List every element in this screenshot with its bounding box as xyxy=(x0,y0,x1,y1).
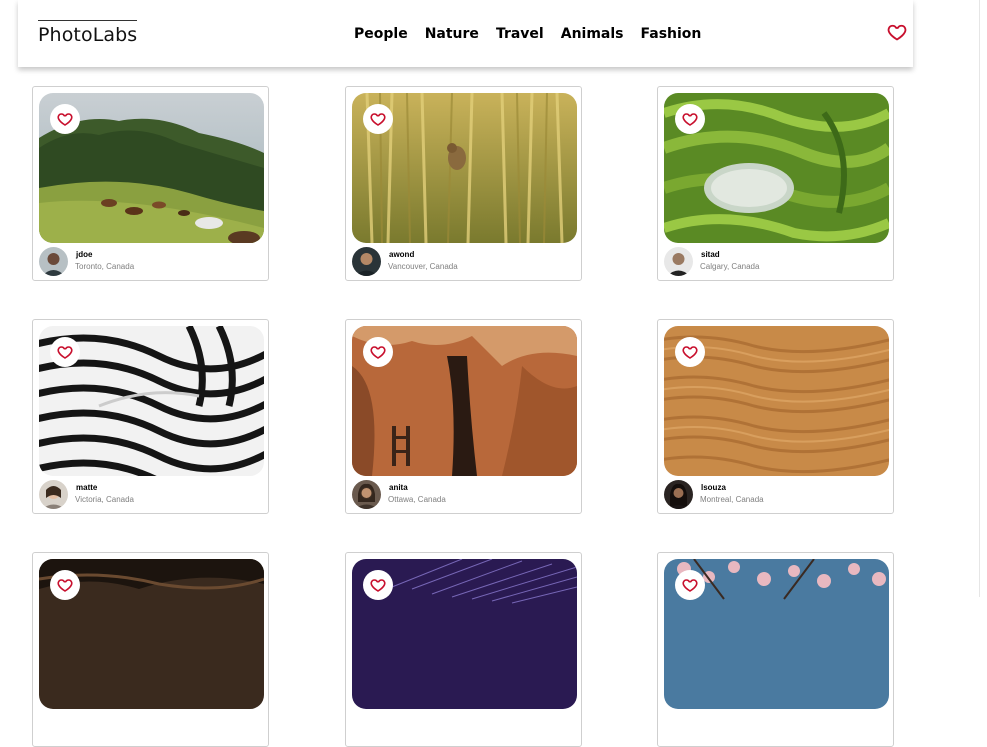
username: jdoe xyxy=(76,250,93,259)
photo-card[interactable]: matte Victoria, Canada xyxy=(32,319,269,514)
vertical-scrollbar[interactable] xyxy=(979,0,987,597)
photo-image[interactable] xyxy=(664,93,889,243)
photo-image[interactable] xyxy=(352,559,577,709)
user-location: Toronto, Canada xyxy=(75,262,135,271)
favorite-button[interactable] xyxy=(675,104,705,134)
topic-animals[interactable]: Animals xyxy=(561,26,624,42)
photo-image[interactable] xyxy=(39,559,264,709)
user-location: Vancouver, Canada xyxy=(388,262,458,271)
topic-fashion[interactable]: Fashion xyxy=(641,26,702,42)
favorite-button[interactable] xyxy=(363,337,393,367)
username: anita xyxy=(389,483,408,492)
photo-image[interactable] xyxy=(352,326,577,476)
heart-icon xyxy=(370,579,386,592)
photo-card[interactable]: sitad Calgary, Canada xyxy=(657,86,894,281)
username: sitad xyxy=(701,250,720,259)
favorite-button[interactable] xyxy=(675,570,705,600)
heart-icon xyxy=(682,113,698,126)
heart-icon xyxy=(682,579,698,592)
user-location: Calgary, Canada xyxy=(700,262,760,271)
photo-card[interactable] xyxy=(345,552,582,747)
user-location: Victoria, Canada xyxy=(75,495,134,504)
heart-icon xyxy=(57,346,73,359)
avatar[interactable] xyxy=(352,480,381,509)
topic-travel[interactable]: Travel xyxy=(496,26,544,42)
favorite-button[interactable] xyxy=(363,104,393,134)
topic-nature[interactable]: Nature xyxy=(425,26,479,42)
photo-card[interactable]: jdoe Toronto, Canada xyxy=(32,86,269,281)
photo-card[interactable]: awond Vancouver, Canada xyxy=(345,86,582,281)
photo-card[interactable] xyxy=(32,552,269,747)
photo-card[interactable] xyxy=(657,552,894,747)
photo-image[interactable] xyxy=(664,559,889,709)
username: awond xyxy=(389,250,415,259)
topic-people[interactable]: People xyxy=(354,26,408,42)
username: matte xyxy=(76,483,98,492)
avatar[interactable] xyxy=(664,480,693,509)
topic-list: People Nature Travel Animals Fashion xyxy=(354,26,718,42)
heart-icon xyxy=(57,113,73,126)
user-location: Montreal, Canada xyxy=(700,495,764,504)
avatar[interactable] xyxy=(39,247,68,276)
avatar[interactable] xyxy=(39,480,68,509)
favorite-button[interactable] xyxy=(675,337,705,367)
top-nav-bar: PhotoLabs People Nature Travel Animals F… xyxy=(18,0,913,67)
favorite-button[interactable] xyxy=(363,570,393,600)
favorite-button[interactable] xyxy=(50,104,80,134)
photo-card[interactable]: lsouza Montreal, Canada xyxy=(657,319,894,514)
app-logo[interactable]: PhotoLabs xyxy=(38,20,138,46)
photo-image[interactable] xyxy=(664,326,889,476)
avatar[interactable] xyxy=(352,247,381,276)
photo-image[interactable] xyxy=(352,93,577,243)
heart-icon xyxy=(370,346,386,359)
heart-icon xyxy=(682,346,698,359)
avatar[interactable] xyxy=(664,247,693,276)
photo-card[interactable]: anita Ottawa, Canada xyxy=(345,319,582,514)
favorites-heart-icon[interactable] xyxy=(887,22,907,42)
favorite-button[interactable] xyxy=(50,337,80,367)
heart-icon xyxy=(57,579,73,592)
heart-icon xyxy=(370,113,386,126)
favorite-button[interactable] xyxy=(50,570,80,600)
photo-image[interactable] xyxy=(39,93,264,243)
photo-image[interactable] xyxy=(39,326,264,476)
username: lsouza xyxy=(701,483,726,492)
user-location: Ottawa, Canada xyxy=(388,495,446,504)
